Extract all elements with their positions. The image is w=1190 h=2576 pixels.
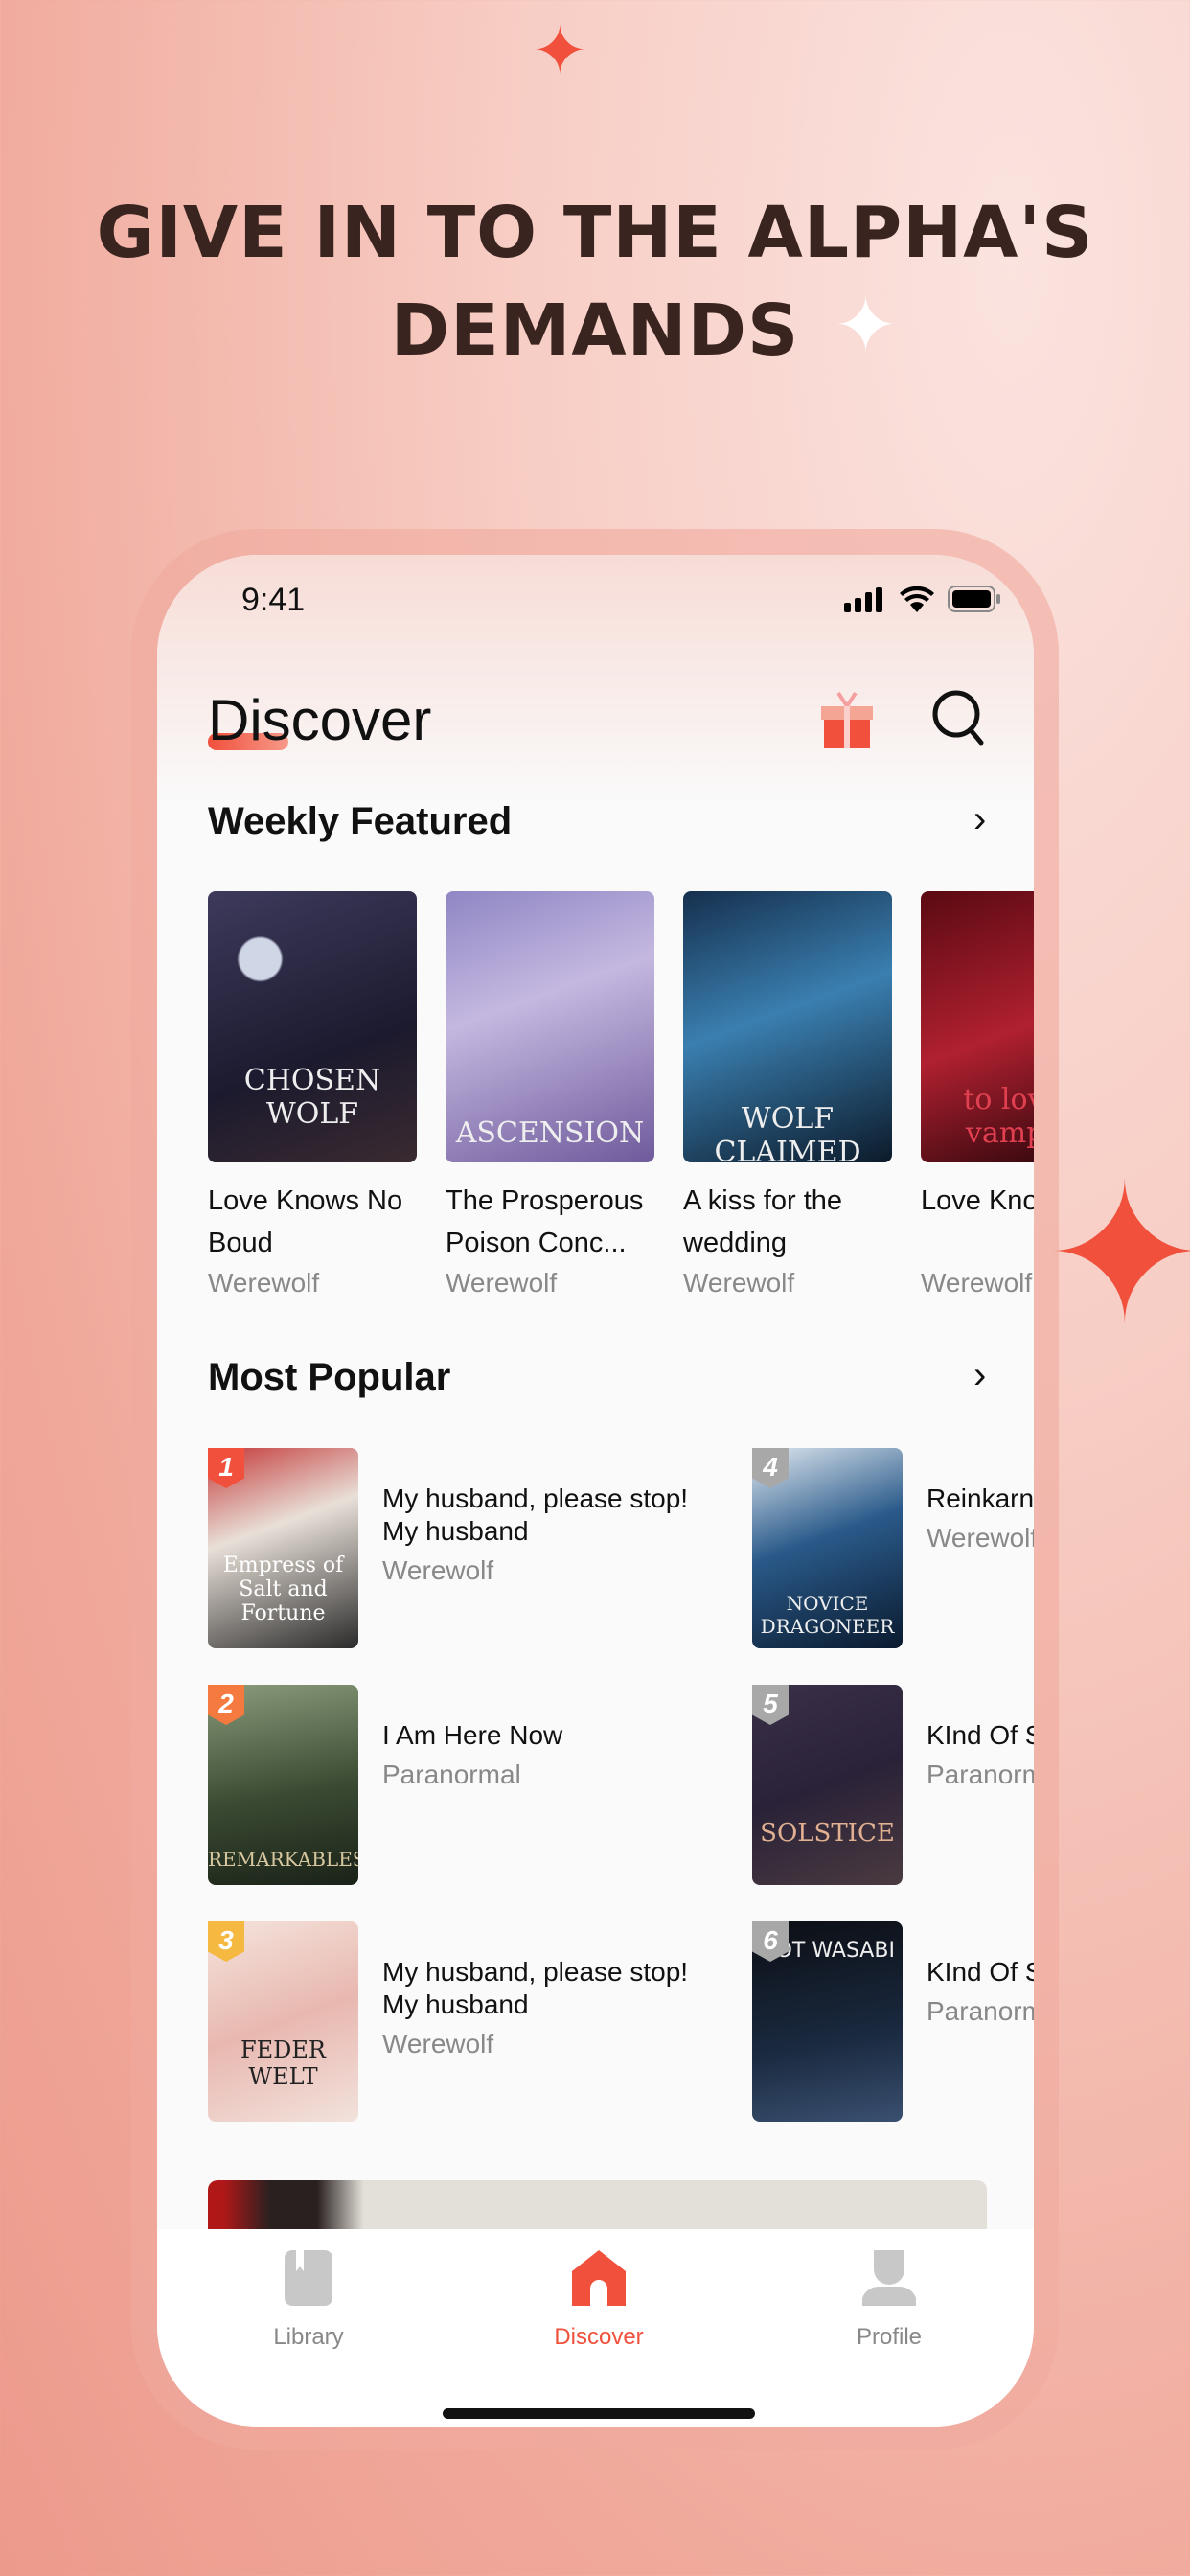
weekly-featured-title: Weekly Featured <box>208 800 513 842</box>
book-title: KInd Of Sweet <box>927 1720 1034 1750</box>
popular-item[interactable]: HOT WASABI 6 KInd Of SweetParanormal <box>752 1921 1034 2123</box>
book-genre: Werewolf <box>683 1268 795 1298</box>
promo-headline-line2: DEMANDS <box>390 289 800 372</box>
status-icons <box>844 586 1001 612</box>
sparkle-icon: ✦ <box>532 13 588 88</box>
book-genre: Paranormal <box>927 1760 1034 1789</box>
book-genre: Werewolf <box>927 1523 1034 1552</box>
book-title: My husband, please stop! My husband <box>382 1957 689 2019</box>
popular-item[interactable]: Empress of Salt and Fortune 1 My husband… <box>208 1448 688 1649</box>
weekly-more-chevron-icon[interactable]: › <box>973 798 986 841</box>
popular-item[interactable]: FEDER WELT 3 My husband, please stop! My… <box>208 1921 688 2123</box>
phone-screen: 9:41 Discover Weekly Featured › CHOSEN W… <box>157 555 1034 2426</box>
popular-item[interactable]: REMARKABLES 2 I Am Here Now Paranormal <box>208 1685 610 1886</box>
book-title: A kiss for the wedding <box>683 1185 843 1258</box>
promo-headline-line1: GIVE IN TO THE ALPHA'S <box>96 192 1094 274</box>
weekly-card[interactable]: to love a vampire Love Knows No Bound...… <box>921 891 1034 1299</box>
popular-more-chevron-icon[interactable]: › <box>973 1354 986 1397</box>
sparkle-icon: ✦ <box>834 283 899 368</box>
battery-icon <box>948 586 1000 612</box>
book-genre: Werewolf <box>208 1268 320 1298</box>
popular-item[interactable]: NOVICE DRAGONEER 4 Reinkarnasi Peliharaa… <box>752 1448 1034 1649</box>
signal-icon <box>844 587 882 612</box>
tab-profile[interactable]: Profile <box>793 2250 985 2351</box>
book-genre: Paranormal <box>927 1996 1034 2026</box>
book-cover: ASCENSION <box>446 891 654 1162</box>
gift-icon[interactable] <box>819 689 875 748</box>
book-icon <box>285 2250 332 2306</box>
home-icon <box>572 2250 626 2306</box>
tab-label: Discover <box>554 2324 644 2350</box>
book-title: Reinkarnasi Peliharaan <box>927 1484 1034 1513</box>
tab-discover[interactable]: Discover <box>503 2250 695 2351</box>
book-title: My husband, please stop! My husband <box>382 1484 689 1546</box>
page-title: Discover <box>208 688 432 752</box>
popular-item[interactable]: SOLSTICE 5 KInd Of SweetParanormal <box>752 1685 1034 1886</box>
book-cover: to love a vampire <box>921 891 1034 1162</box>
book-genre: Werewolf <box>382 1555 494 1585</box>
search-icon[interactable] <box>931 689 987 747</box>
book-genre: Werewolf <box>382 2029 494 2058</box>
book-cover: CHOSEN WOLF <box>208 891 417 1162</box>
status-time: 9:41 <box>241 582 306 618</box>
home-indicator[interactable] <box>443 2408 755 2419</box>
book-title: Love Knows No Bound... <box>921 1185 1034 1216</box>
weekly-card[interactable]: CHOSEN WOLF Love Knows No Boud Werewolf <box>208 891 417 1299</box>
most-popular-title: Most Popular <box>208 1356 451 1398</box>
book-title: KInd Of Sweet <box>927 1957 1034 1987</box>
book-cover: WOLF CLAIMED <box>683 891 892 1162</box>
wifi-icon <box>900 586 934 612</box>
tab-label: Library <box>273 2324 344 2350</box>
weekly-card[interactable]: ASCENSION The Prosperous Poison Conc... … <box>446 891 654 1299</box>
sparkle-icon: ✦ <box>1044 1148 1190 1362</box>
book-genre: Paranormal <box>382 1760 521 1789</box>
user-icon <box>862 2250 916 2306</box>
book-title: I Am Here Now <box>382 1720 563 1750</box>
book-genre: Werewolf <box>446 1268 558 1298</box>
book-genre: Werewolf <box>921 1268 1033 1298</box>
tab-label: Profile <box>856 2324 923 2350</box>
book-title: Love Knows No Boud <box>208 1185 403 1258</box>
tab-bar: Library Discover Profile <box>157 2229 1034 2426</box>
book-title: The Prosperous Poison Conc... <box>446 1185 644 1258</box>
tab-library[interactable]: Library <box>213 2250 404 2351</box>
weekly-card[interactable]: WOLF CLAIMED A kiss for the wedding Were… <box>683 891 892 1299</box>
